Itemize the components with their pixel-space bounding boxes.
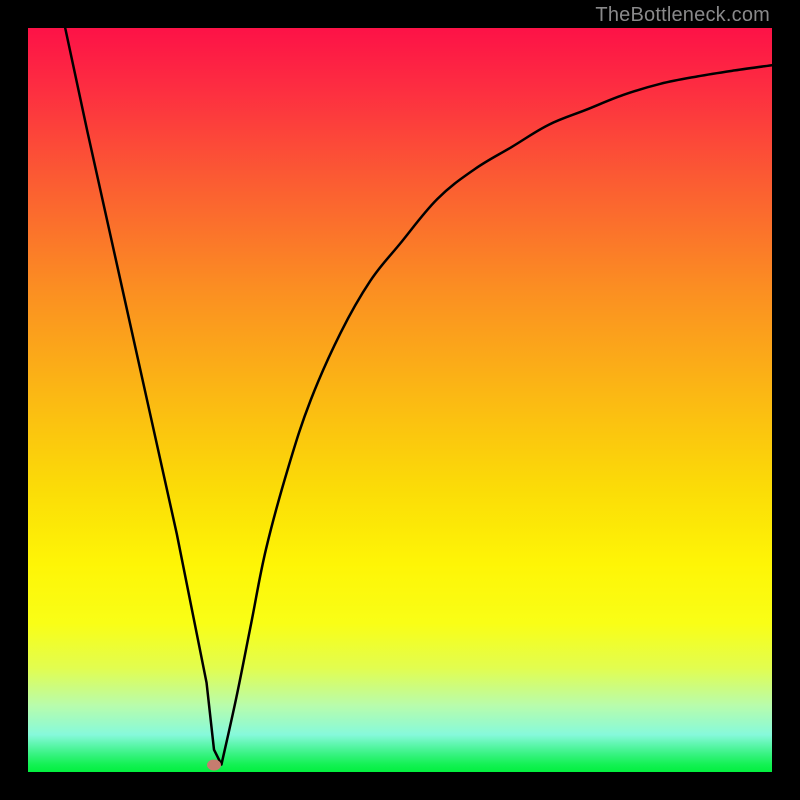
optimum-marker [207, 759, 221, 770]
plot-area [28, 28, 772, 772]
bottleneck-curve [28, 28, 772, 772]
chart-frame: TheBottleneck.com [0, 0, 800, 800]
watermark-text: TheBottleneck.com [595, 4, 770, 27]
